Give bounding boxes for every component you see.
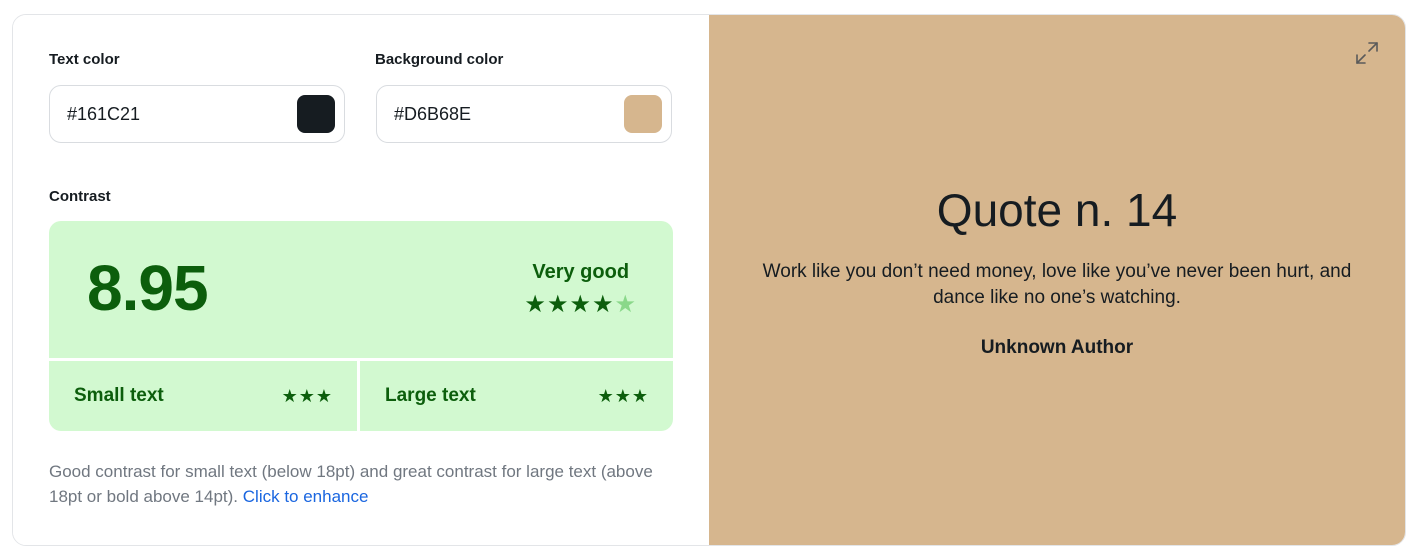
rating-stars: ★★★★★	[524, 290, 637, 319]
star-filled-icon: ★	[524, 291, 547, 318]
small-text-stars: ★★★	[282, 386, 333, 407]
star-filled-icon: ★	[597, 385, 615, 406]
background-color-input[interactable]: #D6B68E	[394, 104, 471, 125]
star-empty-icon: ★	[614, 291, 637, 318]
large-text-label: Large text	[385, 385, 476, 406]
star-filled-icon: ★	[546, 291, 570, 318]
rating-label: Very good	[532, 261, 630, 283]
star-filled-icon: ★	[281, 385, 299, 406]
text-color-swatch[interactable]	[297, 95, 335, 133]
contrast-ratio: 8.95	[87, 252, 209, 324]
contrast-rating: Very good ★★★★★	[524, 261, 637, 319]
star-filled-icon: ★	[591, 291, 615, 318]
quote-text: Work like you don’t need money, love lik…	[762, 261, 1352, 308]
large-text-stars: ★★★	[598, 386, 649, 407]
background-color-label: Background color	[375, 51, 504, 68]
star-filled-icon: ★	[298, 385, 316, 406]
contrast-label: Contrast	[49, 188, 111, 205]
star-filled-icon: ★	[569, 291, 592, 318]
small-text-rating: Small text ★★★	[49, 361, 357, 431]
text-color-field[interactable]: #161C21	[49, 85, 345, 143]
text-color-input[interactable]: #161C21	[67, 104, 140, 125]
star-filled-icon: ★	[614, 385, 632, 406]
contrast-result-box: 8.95 Very good ★★★★★ Small text ★★★ Larg…	[49, 221, 673, 431]
contrast-hint: Good contrast for small text (below 18pt…	[49, 459, 673, 509]
text-color-label: Text color	[49, 51, 120, 68]
background-color-swatch[interactable]	[624, 95, 662, 133]
expand-arrows-icon[interactable]	[1353, 39, 1381, 67]
star-filled-icon: ★	[315, 385, 333, 406]
quote-author: Unknown Author	[980, 337, 1134, 358]
contrast-checker-card: Text color #161C21 Background color #D6B…	[12, 14, 1406, 546]
preview-panel: Quote n. 14 Work like you don’t need mon…	[709, 15, 1405, 545]
quote-title: Quote n. 14	[936, 184, 1178, 236]
small-text-label: Small text	[74, 385, 164, 406]
large-text-rating: Large text ★★★	[360, 361, 673, 431]
controls-panel: Text color #161C21 Background color #D6B…	[13, 15, 709, 545]
star-filled-icon: ★	[631, 385, 649, 406]
enhance-link[interactable]: Click to enhance	[243, 487, 369, 506]
background-color-field[interactable]: #D6B68E	[376, 85, 672, 143]
